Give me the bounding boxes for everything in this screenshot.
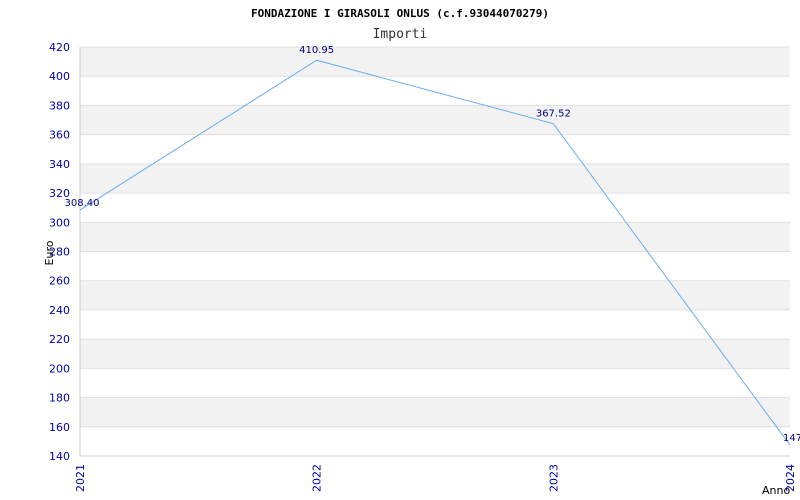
grid-band — [80, 222, 790, 252]
grid-band — [80, 426, 790, 456]
grid-band — [80, 397, 790, 427]
data-label: 367.52 — [536, 109, 571, 120]
y-tick-label: 380 — [49, 99, 70, 112]
grid-band — [80, 309, 790, 340]
grid-band — [80, 134, 790, 164]
grid-band — [80, 339, 790, 369]
chart-title: FONDAZIONE I GIRASOLI ONLUS (c.f.9304407… — [251, 7, 549, 20]
x-tick-label: 2022 — [311, 464, 324, 492]
grid-band — [80, 251, 790, 281]
y-tick-label: 300 — [49, 216, 70, 229]
grid-band — [80, 105, 790, 135]
grid-band — [80, 368, 790, 398]
y-tick-label: 360 — [49, 129, 70, 142]
x-tick-label: 2021 — [74, 464, 87, 492]
grid-band — [80, 193, 790, 223]
y-tick-label: 140 — [49, 450, 70, 463]
grid-band — [80, 163, 790, 194]
grid-band — [80, 76, 790, 106]
grid-band — [80, 47, 790, 77]
x-axis-title: Anno — [762, 484, 790, 497]
line-chart: 1401601802002202402602803003203403603804… — [43, 7, 800, 497]
y-tick-label: 200 — [49, 362, 70, 375]
y-tick-label: 160 — [49, 421, 70, 434]
y-axis-title: Euro — [43, 240, 56, 265]
x-tick-labels: 2021 2022 2023 2024 — [74, 464, 797, 492]
y-tick-label: 220 — [49, 333, 70, 346]
data-label: 308.40 — [65, 198, 100, 209]
y-tick-label: 400 — [49, 70, 70, 83]
y-tick-label: 240 — [49, 304, 70, 317]
x-tick-label: 2023 — [547, 464, 560, 492]
chart-subtitle: Importi — [373, 27, 428, 42]
y-tick-label: 340 — [49, 158, 70, 171]
data-label: 147.40 — [783, 433, 800, 444]
y-tick-label: 420 — [49, 41, 70, 54]
y-tick-label: 180 — [49, 392, 70, 405]
y-tick-label: 260 — [49, 275, 70, 288]
data-label: 410.95 — [299, 45, 334, 56]
grid-band — [80, 280, 790, 310]
